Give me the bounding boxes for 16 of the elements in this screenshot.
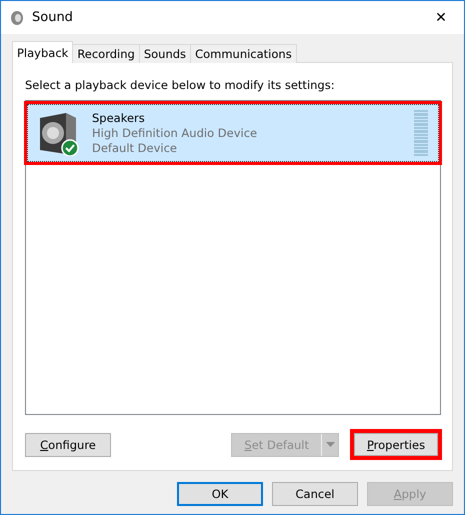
- window-title: Sound: [32, 10, 74, 25]
- device-status: Default Device: [92, 140, 178, 156]
- instruction-text: Select a playback device below to modify its settings:: [25, 78, 336, 92]
- tab[interactable]: Recording: [72, 44, 140, 63]
- tab[interactable]: Playback: [12, 41, 74, 63]
- device-item[interactable]: Speakers High Definition Audio Device Default Device: [27, 104, 439, 162]
- tab[interactable]: Sounds: [138, 44, 192, 63]
- dialog-button[interactable]: Properties: [350, 429, 442, 460]
- tab[interactable]: Communications: [190, 44, 297, 63]
- level-meter: [414, 110, 428, 156]
- dialog-button[interactable]: Configure: [25, 432, 111, 456]
- device-name: Speakers: [92, 110, 146, 126]
- dialog-button[interactable]: OK: [177, 482, 263, 506]
- close-button[interactable]: ✕: [418, 1, 464, 34]
- device-description: High Definition Audio Device: [92, 126, 258, 140]
- dialog-button[interactable]: Cancel: [272, 482, 358, 506]
